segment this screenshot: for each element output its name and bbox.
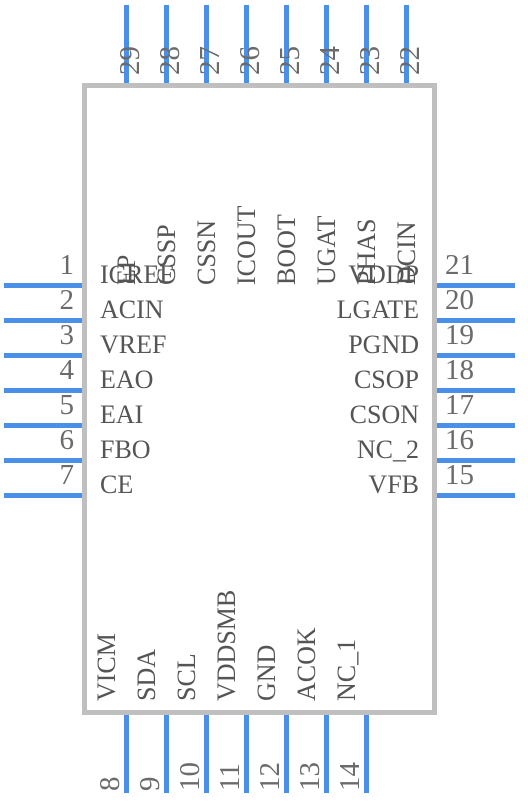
pin-number-5: 5	[59, 389, 75, 421]
pin-label-DCIN: DCIN	[392, 221, 421, 285]
pin-number-14: 14	[334, 762, 366, 791]
pin-number-1: 1	[59, 249, 75, 281]
pin-label-CSSN: CSSN	[192, 219, 221, 285]
pin-label-NC_1: NC_1	[332, 638, 361, 701]
pin-number-8: 8	[94, 776, 126, 792]
pin-number-20: 20	[445, 284, 474, 316]
pin-label-VICM: VICM	[92, 633, 121, 701]
pin-number-4: 4	[59, 354, 75, 386]
pin-number-9: 9	[134, 776, 166, 792]
pin-number-2: 2	[59, 284, 75, 316]
pin-label-PGND: PGND	[348, 330, 419, 359]
pin-label-SDA: SDA	[132, 648, 161, 701]
pin-label-LGATE: LGATE	[336, 295, 419, 324]
pin-label-NC_2: NC_2	[356, 435, 419, 464]
pin-number-13: 13	[294, 762, 326, 791]
pin-label-CSON: CSON	[349, 400, 419, 429]
pin-label-EP: EP	[112, 254, 141, 285]
pin-number-3: 3	[59, 319, 75, 351]
pin-label-BOOT: BOOT	[272, 214, 301, 285]
pin-lead-15[interactable]	[437, 493, 515, 498]
pin-label-VDDSMB: VDDSMB	[212, 589, 241, 701]
pin-lead-7[interactable]	[4, 493, 82, 498]
pin-label-SCL: SCL	[172, 653, 201, 701]
pin-label-UGAT: UGAT	[312, 215, 341, 285]
pin-label-PHAS: PHAS	[352, 218, 381, 285]
pin-number-6: 6	[59, 424, 75, 456]
pin-number-15: 15	[445, 459, 474, 491]
pin-label-ICOUT: ICOUT	[232, 205, 261, 285]
pin-number-17: 17	[445, 389, 474, 421]
ic-pinout-diagram: 1 ICREF 2 ACIN 3 VREF 4 EAO 5 EAI 6 FBO 7 CE 21 VDDP 20 L…	[0, 0, 528, 808]
pin-label-GND: GND	[252, 644, 281, 701]
pin-number-10: 10	[174, 762, 206, 791]
pin-number-21: 21	[445, 249, 474, 281]
pin-label-ACOK: ACOK	[292, 627, 321, 701]
pin-label-CSSP: CSSP	[152, 224, 181, 285]
pin-number-11: 11	[214, 763, 246, 791]
pin-number-19: 19	[445, 319, 474, 351]
pin-label-CSOP: CSOP	[353, 365, 419, 394]
pin-number-18: 18	[445, 354, 474, 386]
pin-number-7: 7	[59, 459, 75, 491]
pin-number-16: 16	[445, 424, 474, 456]
pin-number-12: 12	[254, 762, 286, 791]
